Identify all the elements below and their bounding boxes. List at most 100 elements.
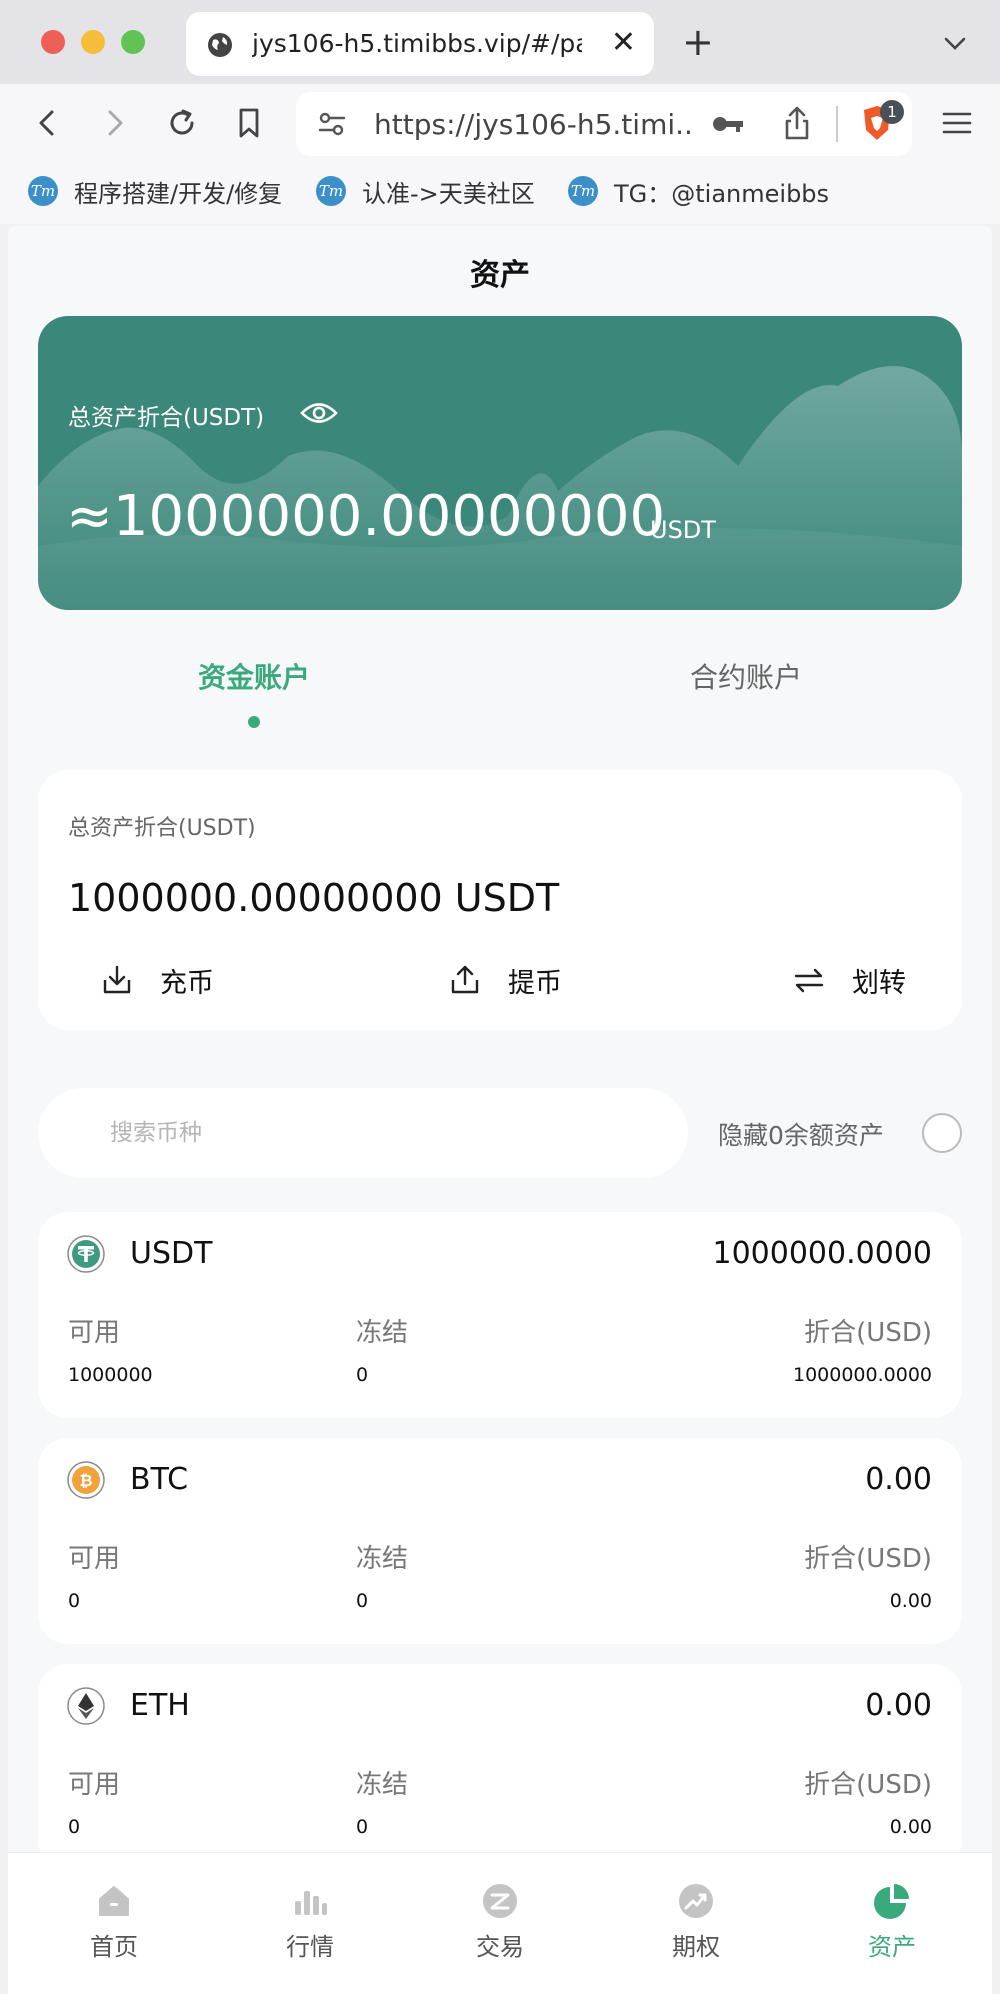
available-value: 0 <box>68 1816 81 1838</box>
page-title: 资产 <box>470 258 530 293</box>
coin-search[interactable] <box>38 1088 688 1178</box>
account-summary-card: 总资产折合(USDT) 1000000.00000000 USDT 充币 提币 … <box>38 770 962 1030</box>
svg-text:₿: ₿ <box>79 1471 92 1490</box>
coin-name: BTC <box>130 1462 189 1497</box>
active-tab-indicator <box>248 716 260 728</box>
search-input[interactable] <box>38 1088 688 1178</box>
bookmark-item[interactable]: Tm TG：@tianmeibbs <box>568 174 829 208</box>
nav-label: 交易 <box>476 1933 524 1961</box>
total-assets-card: 总资产折合(USDT) ≈1000000.00000000 USDT <box>38 316 962 610</box>
bottom-navigation: 首页 行情 交易 期权 资产 <box>8 1852 992 1994</box>
coin-name: ETH <box>130 1688 190 1723</box>
usd-value: 1000000.0000 <box>792 1364 932 1386</box>
nav-label: 期权 <box>672 1933 720 1961</box>
account-total-label: 总资产折合(USDT) <box>68 816 256 841</box>
bookmark-item[interactable]: Tm 认准->天美社区 <box>316 174 535 208</box>
chevron-down-icon[interactable] <box>940 28 970 58</box>
transfer-icon <box>794 968 824 993</box>
coin-card-btc[interactable]: ₿ BTC 0.00 可用 冻结 折合(USD) 0 0 0.00 <box>38 1438 962 1644</box>
nav-label: 首页 <box>90 1933 138 1961</box>
url-text[interactable]: https://jys106-h5.timi... <box>374 108 694 141</box>
minimize-window-button[interactable] <box>81 30 105 54</box>
total-assets-unit: USDT <box>650 516 716 544</box>
nav-home[interactable]: 首页 <box>54 1881 174 1962</box>
frozen-label: 冻结 <box>356 1318 409 1348</box>
bookmark-label: 认准->天美社区 <box>362 179 535 208</box>
bookmark-item[interactable]: Tm 程序搭建/开发/修复 <box>28 174 282 208</box>
mountain-background <box>38 366 962 610</box>
available-label: 可用 <box>68 1770 121 1800</box>
back-icon[interactable] <box>28 104 66 142</box>
available-value: 1000000 <box>68 1364 153 1386</box>
value-label: 折合(USD) <box>804 1544 932 1574</box>
transfer-label: 划转 <box>852 967 906 999</box>
usd-value: 0.00 <box>889 1590 932 1612</box>
home-icon <box>99 1886 129 1916</box>
new-tab-button[interactable]: + <box>682 22 714 62</box>
nav-label: 资产 <box>868 1933 916 1961</box>
upload-icon <box>451 965 479 994</box>
close-window-button[interactable] <box>41 30 65 54</box>
bookmarks-bar: Tm 程序搭建/开发/修复 Tm 认准->天美社区 Tm TG：@tianmei… <box>0 162 1000 224</box>
transfer-button[interactable]: 划转 <box>792 960 906 1000</box>
bookmark-favicon-icon: Tm <box>28 176 58 206</box>
browser-tab[interactable]: jys106-h5.timibbs.vip/#/pages ✕ <box>186 12 654 76</box>
eye-icon[interactable] <box>300 400 338 426</box>
assets-icon <box>874 1884 909 1919</box>
forward-icon[interactable] <box>96 104 134 142</box>
bookmark-label: TG：@tianmeibbs <box>614 179 830 208</box>
market-icon <box>295 1891 327 1915</box>
withdraw-label: 提币 <box>508 967 562 999</box>
frozen-value: 0 <box>356 1590 369 1612</box>
usd-value: 0.00 <box>889 1816 932 1838</box>
tab-title: jys106-h5.timibbs.vip/#/pages <box>252 29 582 58</box>
nav-label: 行情 <box>286 1933 334 1961</box>
menu-icon[interactable] <box>938 104 976 142</box>
address-bar[interactable]: https://jys106-h5.timi... <box>296 92 912 156</box>
share-icon[interactable] <box>782 104 812 142</box>
coin-total: 0.00 <box>865 1462 932 1497</box>
options-icon <box>679 1884 713 1918</box>
bookmark-favicon-icon: Tm <box>316 176 346 206</box>
page-content: 资产 总资产折合(USDT) ≈1000000.00000000 USDT 资金… <box>8 226 992 1994</box>
key-icon[interactable] <box>710 110 746 138</box>
total-assets-label: 总资产折合(USDT) <box>68 405 265 431</box>
deposit-button[interactable]: 充币 <box>100 960 214 1000</box>
tab-contract-account[interactable]: 合约账户 <box>690 656 802 696</box>
bookmark-label: 程序搭建/开发/修复 <box>74 179 283 208</box>
hide-zero-balance-label: 隐藏0余额资产 <box>718 1121 884 1150</box>
close-tab-icon[interactable]: ✕ <box>611 26 636 60</box>
frozen-value: 0 <box>356 1816 369 1838</box>
coin-name: USDT <box>130 1236 213 1271</box>
withdraw-button[interactable]: 提币 <box>448 960 562 1000</box>
globe-icon <box>208 33 232 57</box>
frozen-label: 冻结 <box>356 1770 409 1800</box>
value-label: 折合(USD) <box>804 1318 932 1348</box>
bitcoin-icon: ₿ <box>67 1461 105 1499</box>
tab-funding-account[interactable]: 资金账户 <box>198 656 310 696</box>
coin-card-usdt[interactable]: USDT 1000000.0000 可用 冻结 折合(USD) 1000000 … <box>38 1212 962 1418</box>
account-total-amount: 1000000.00000000 USDT <box>68 876 560 920</box>
available-label: 可用 <box>68 1544 121 1574</box>
bookmark-icon[interactable] <box>230 104 268 142</box>
nav-trade[interactable]: 交易 <box>440 1881 560 1962</box>
coin-card-eth[interactable]: ETH 0.00 可用 冻结 折合(USD) 0 0 0.00 <box>38 1664 962 1870</box>
total-assets-amount: ≈1000000.00000000 <box>66 484 666 549</box>
download-icon <box>103 965 131 994</box>
nav-assets[interactable]: 资产 <box>832 1881 952 1962</box>
divider <box>836 106 838 142</box>
hide-zero-balance-toggle[interactable] <box>922 1113 962 1153</box>
browser-toolbar: https://jys106-h5.timi... 1 <box>0 84 1000 162</box>
tether-icon <box>67 1235 105 1273</box>
available-label: 可用 <box>68 1318 121 1348</box>
trade-icon <box>483 1884 517 1918</box>
bookmark-favicon-icon: Tm <box>568 176 598 206</box>
deposit-label: 充币 <box>160 967 214 999</box>
site-settings-icon[interactable] <box>316 108 348 140</box>
nav-options[interactable]: 期权 <box>636 1881 756 1962</box>
maximize-window-button[interactable] <box>121 30 145 54</box>
nav-market[interactable]: 行情 <box>250 1881 370 1962</box>
reload-icon[interactable] <box>163 104 201 142</box>
coin-total: 1000000.0000 <box>712 1236 933 1271</box>
value-label: 折合(USD) <box>804 1770 932 1800</box>
